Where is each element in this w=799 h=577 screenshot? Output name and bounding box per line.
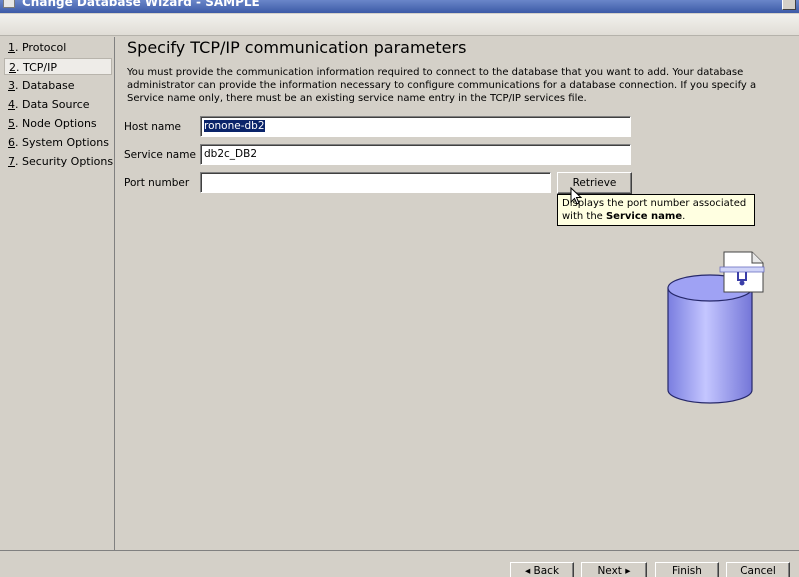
page-description: You must provide the communication infor… — [127, 67, 757, 104]
nav-item-number: 3 — [8, 79, 15, 92]
nav-item-tcpip[interactable]: 2. TCP/IP — [4, 58, 112, 75]
nav-item-node-options[interactable]: 5. Node Options — [4, 115, 112, 132]
nav-item-data-source[interactable]: 4. Data Source — [4, 96, 112, 113]
nav-item-number: 5 — [8, 117, 15, 130]
nav-item-label: . Node Options — [15, 117, 97, 130]
service-name-field[interactable]: db2c_DB2 — [200, 144, 631, 165]
back-button[interactable]: ◂ Back — [510, 562, 574, 577]
close-icon[interactable] — [782, 0, 796, 10]
nav-item-protocol[interactable]: 1. Protocol — [4, 39, 112, 56]
nav-item-label: . TCP/IP — [16, 61, 57, 74]
nav-item-number: 1 — [8, 41, 15, 54]
page-title: Specify TCP/IP communication parameters — [127, 38, 467, 57]
nav-item-number: 2 — [9, 61, 16, 74]
retrieve-button[interactable]: Retrieve — [557, 172, 632, 194]
window-title: Change Database Wizard - SAMPLE — [22, 0, 260, 9]
nav-item-label: . Security Options — [15, 155, 114, 168]
nav-item-database[interactable]: 3. Database — [4, 77, 112, 94]
tooltip-suffix: . — [682, 211, 686, 222]
window-titlebar: Change Database Wizard - SAMPLE — [0, 0, 799, 13]
wizard-footer: ◂ Back Next ▸ Finish Cancel — [0, 550, 799, 577]
tooltip-bold-term: Service name — [605, 211, 683, 222]
wizard-page: Specify TCP/IP communication parameters … — [116, 37, 799, 550]
nav-item-number: 7 — [8, 155, 15, 168]
retrieve-tooltip: Displays the port number associated with… — [557, 194, 755, 226]
nav-item-label: . Data Source — [15, 98, 90, 111]
nav-item-number: 6 — [8, 136, 15, 149]
service-name-label: Service name — [124, 149, 196, 161]
config-file-icon — [719, 251, 765, 293]
tooltip-prefix: with the — [562, 211, 606, 222]
nav-item-label: . Database — [15, 79, 75, 92]
tooltip-line-2: with the Service name. — [562, 210, 754, 223]
nav-item-label: . Protocol — [15, 41, 67, 54]
nav-item-system-options[interactable]: 6. System Options — [4, 134, 112, 151]
host-name-field[interactable]: ronone-db2 — [200, 116, 631, 137]
nav-item-security-options[interactable]: 7. Security Options — [4, 153, 114, 170]
database-icon — [667, 251, 765, 404]
mouse-cursor-icon — [570, 187, 582, 205]
tooltip-line-1: Displays the port number associated — [562, 198, 747, 209]
port-number-label: Port number — [124, 177, 190, 189]
nav-item-label: . System Options — [15, 136, 109, 149]
cancel-button[interactable]: Cancel — [726, 562, 790, 577]
next-button[interactable]: Next ▸ — [581, 562, 647, 577]
wizard-banner — [0, 14, 799, 36]
finish-button[interactable]: Finish — [655, 562, 719, 577]
host-name-label: Host name — [124, 121, 182, 133]
nav-item-number: 4 — [8, 98, 15, 111]
port-number-field[interactable] — [200, 172, 551, 193]
host-name-value: ronone-db2 — [204, 120, 265, 132]
wizard-step-nav: 1. Protocol 2. TCP/IP 3. Database 4. Dat… — [4, 37, 115, 550]
window-icon — [3, 0, 15, 8]
